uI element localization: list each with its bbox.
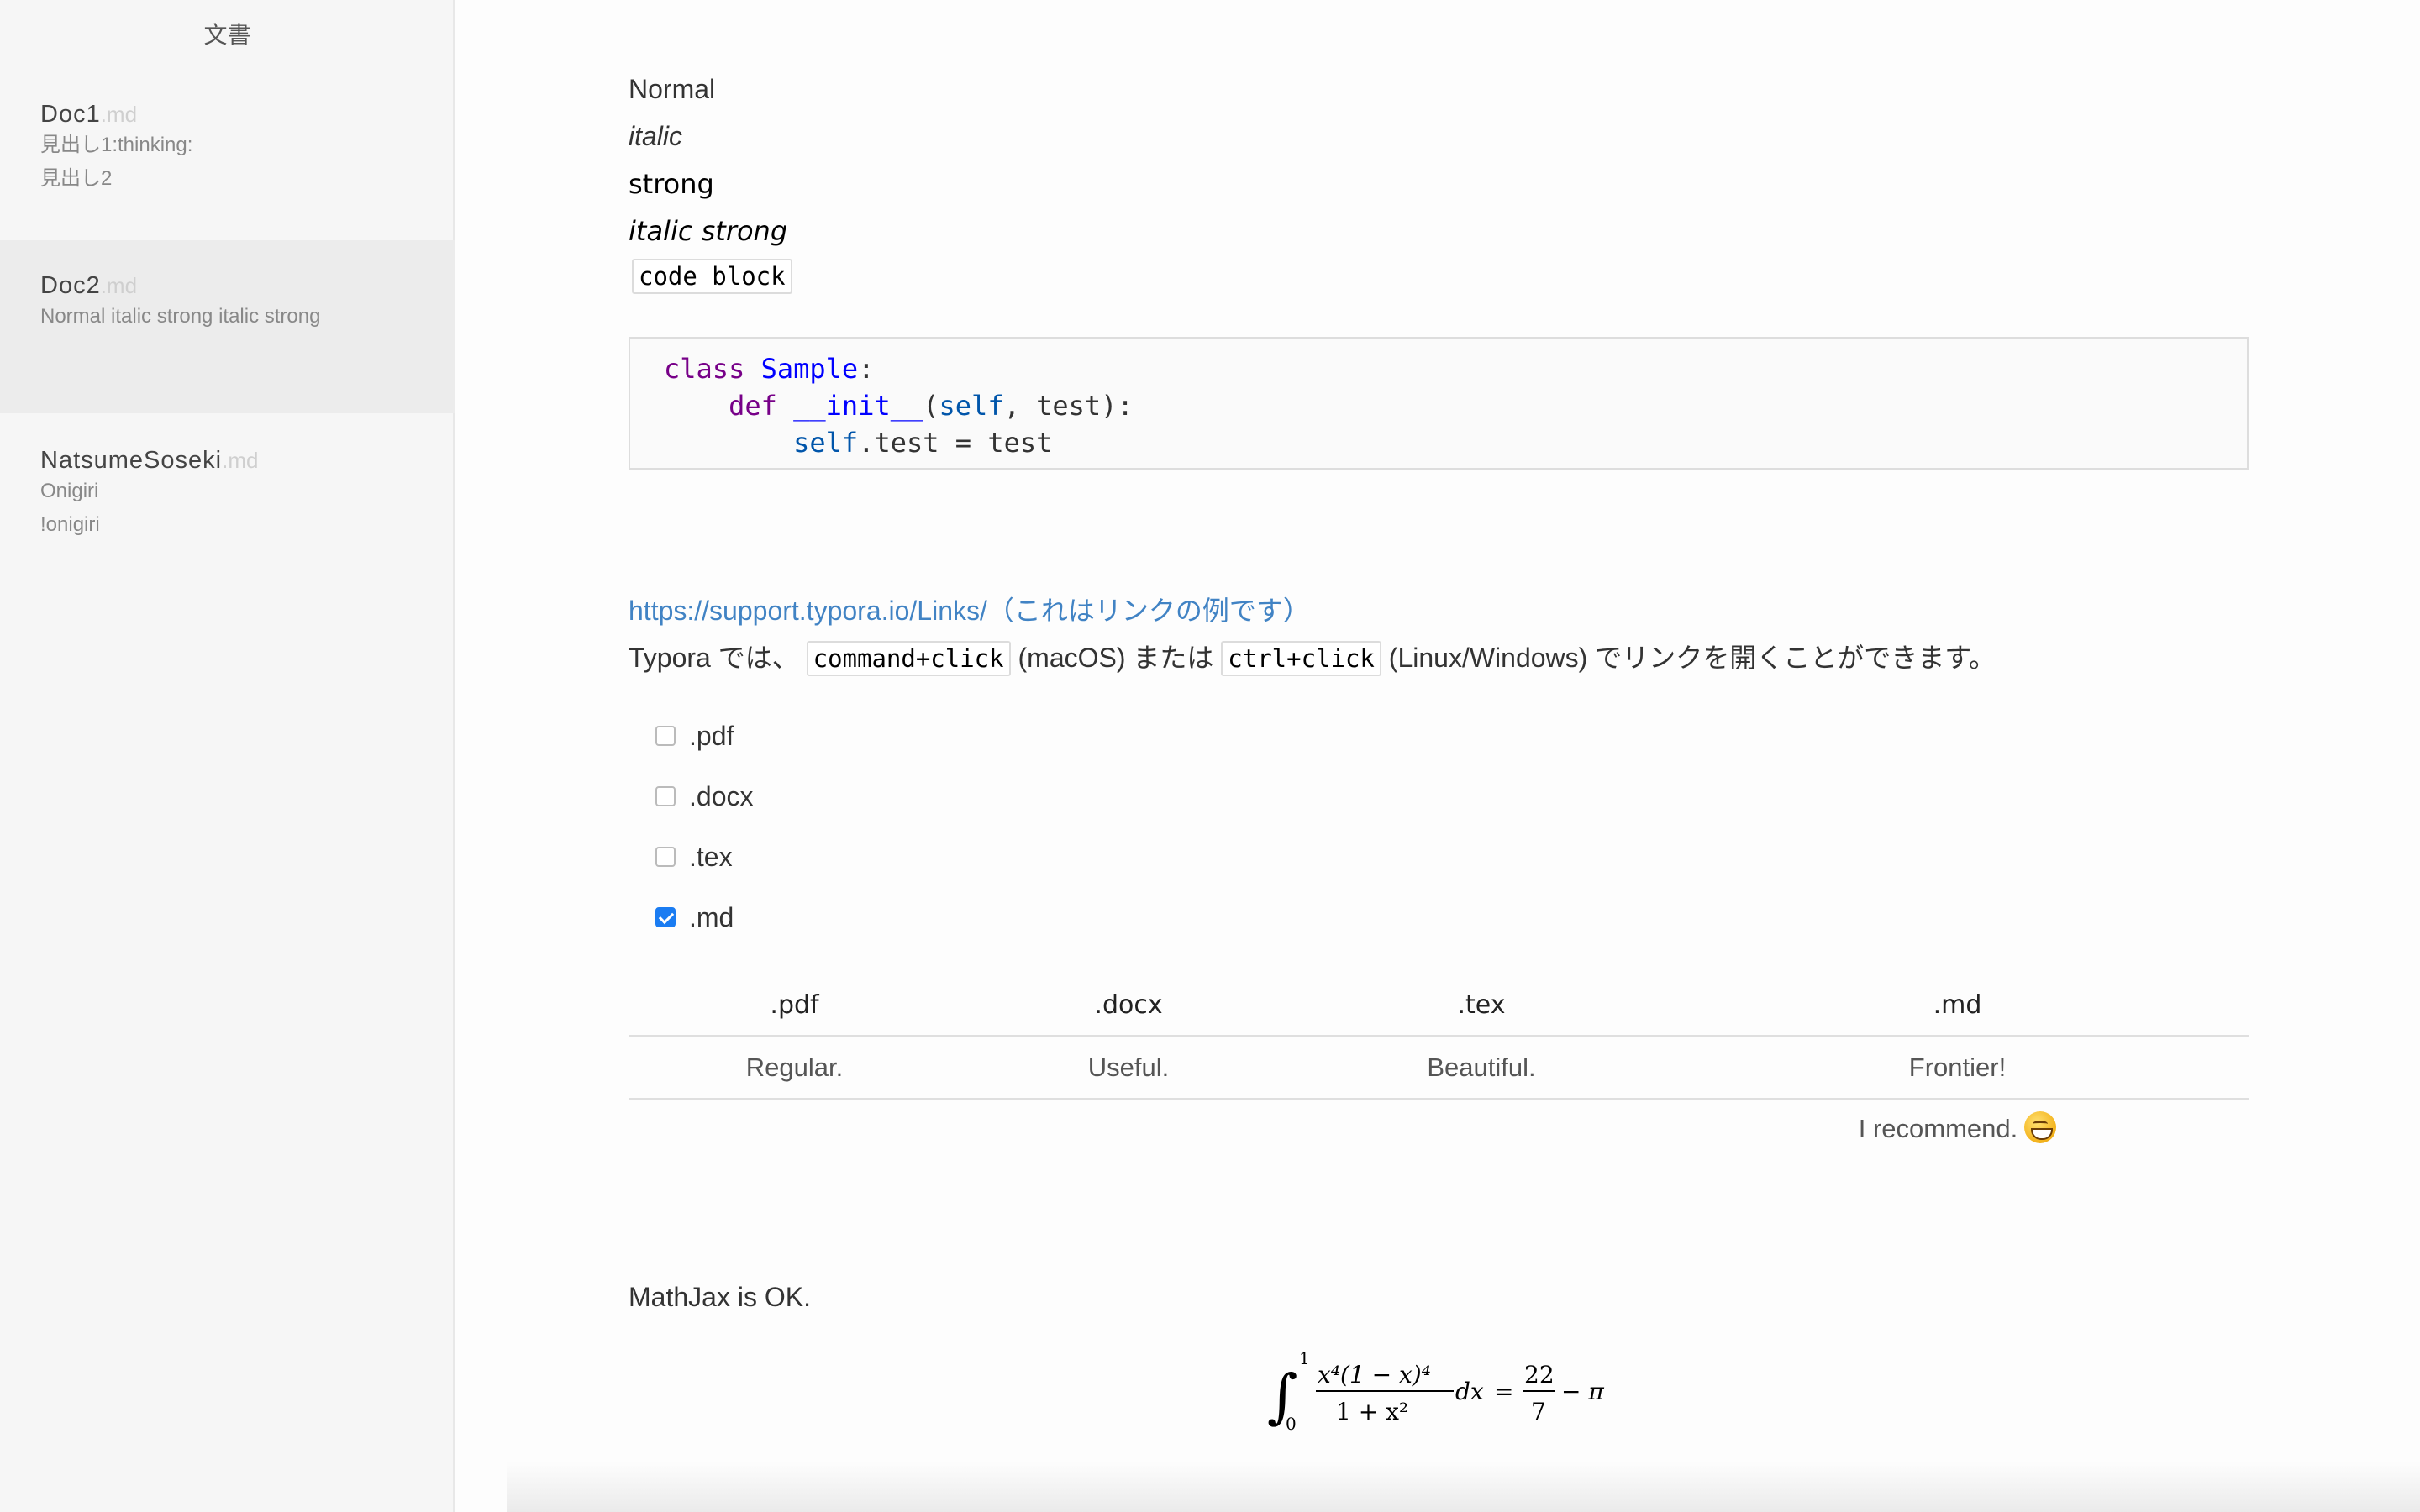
table-cell [629, 1099, 960, 1161]
table-header: .tex [1297, 974, 1666, 1037]
doc-item-natsumesoseki[interactable]: NatsumeSoseki.md Onigiri !onigiri [0, 447, 455, 581]
strong-text: strong [629, 168, 714, 200]
task-checkbox[interactable] [655, 846, 676, 867]
sidebar-title: 文書 [203, 21, 251, 49]
code-block[interactable]: class Sample: def __init__(self, test): … [629, 337, 2249, 470]
editor-pane[interactable]: Normal italic strong italic strong code … [456, 0, 2420, 1512]
doc-name: Doc2 [40, 272, 101, 299]
task-item-docx: .docx [655, 781, 753, 812]
table-cell: Beautiful. [1297, 1036, 1666, 1100]
code-self: self [939, 390, 1004, 422]
task-label: .tex [689, 842, 733, 872]
italic-strong-text: italic strong [629, 215, 788, 247]
table-row: Regular. Useful. Beautiful. Frontier! [629, 1036, 2249, 1100]
desc-text: (macOS) または [1010, 643, 1222, 673]
math-equation[interactable]: ∫ 1 0 x⁴(1 − x)⁴ 1 + x² dx = 22 7 − π [1267, 1344, 1637, 1436]
task-item-md: .md [655, 902, 734, 933]
math-dx: dx [1455, 1378, 1484, 1405]
task-checkbox[interactable] [655, 785, 676, 806]
fraction-numerator: x⁴(1 − x)⁴ [1318, 1361, 1431, 1389]
table-cell: Useful. [960, 1036, 1297, 1100]
doc-outline-line: Onigiri [40, 480, 99, 502]
italic-text: italic [629, 121, 683, 151]
task-item-pdf: .pdf [655, 721, 734, 752]
integral-upper: 1 [1299, 1348, 1310, 1368]
sidebar: 文書 Doc1.md 見出し1:thinking: 見出し2 Doc2.md N… [0, 0, 455, 1512]
doc-item-doc2[interactable]: Doc2.md Normal italic strong italic stro… [0, 240, 455, 413]
link-description: Typora では、 command+click (macOS) または ctr… [629, 637, 1996, 676]
integral-lower: 0 [1286, 1414, 1297, 1434]
task-checkbox[interactable] [655, 725, 676, 746]
code-keyword: class [664, 353, 745, 385]
fraction2-denominator: 7 [1531, 1398, 1546, 1425]
math-intro: MathJax is OK. [629, 1282, 811, 1312]
format-table: .pdf .docx .tex .md Regular. Useful. Bea… [629, 974, 2249, 1161]
code-class-name: Sample [760, 353, 859, 385]
task-label: .docx [689, 781, 754, 811]
doc-name: Doc1 [40, 101, 101, 128]
table-header: .md [1666, 974, 2249, 1037]
table-cell: Frontier! [1666, 1036, 2249, 1100]
table-cell: Regular. [629, 1036, 960, 1100]
inline-code-command-click: command+click [806, 641, 1011, 676]
task-label: .md [689, 902, 734, 932]
bottom-shadow [507, 1462, 2420, 1512]
desc-text: Typora では、 [629, 643, 799, 673]
doc-outline-line: !onigiri [40, 513, 100, 536]
code-function-name: __init__ [793, 390, 923, 422]
support-link[interactable]: https://support.typora.io/Links/（これはリンクの… [629, 596, 1310, 626]
recommend-text: I recommend. [1858, 1114, 2018, 1144]
code-punct: ( [923, 390, 939, 422]
doc-ext: .md [100, 273, 138, 298]
math-equals: = [1494, 1378, 1513, 1405]
math-tail: − π [1561, 1378, 1604, 1405]
code-keyword: def [729, 390, 777, 422]
code-self: self [793, 427, 859, 459]
inline-code-ctrl-click: ctrl+click [1221, 641, 1381, 676]
desc-text: (Linux/Windows) でリンクを開くことができます。 [1381, 643, 1996, 673]
task-label: .pdf [689, 721, 734, 751]
smile-emoji-icon [2024, 1110, 2057, 1143]
math-formula-svg: ∫ 1 0 x⁴(1 − x)⁴ 1 + x² dx = 22 7 − π [1267, 1348, 1604, 1434]
code-params: , test): [1003, 390, 1134, 422]
fraction2-numerator: 22 [1524, 1361, 1555, 1389]
task-checkbox-checked[interactable] [655, 906, 676, 927]
normal-text: Normal [629, 74, 716, 104]
fraction-denominator: 1 + x² [1336, 1398, 1408, 1425]
doc-ext: .md [100, 102, 138, 127]
table-header: .docx [960, 974, 1297, 1037]
doc-name: NatsumeSoseki [40, 447, 223, 474]
doc-outline-line: 見出し1:thinking: [40, 134, 193, 156]
doc-item-doc1[interactable]: Doc1.md 見出し1:thinking: 見出し2 [0, 101, 455, 235]
table-cell [960, 1099, 1297, 1161]
table-cell-recommend: I recommend. [1666, 1099, 2249, 1161]
table-row: I recommend. [629, 1099, 2249, 1161]
table-header: .pdf [629, 974, 960, 1037]
doc-outline-line: 見出し2 [40, 167, 113, 190]
code-statement: .test = test [858, 427, 1053, 459]
inline-code: code block [632, 259, 792, 294]
table-cell [1297, 1099, 1666, 1161]
doc-outline-line: Normal italic strong italic strong [40, 305, 321, 328]
code-punct: : [858, 353, 875, 385]
task-item-tex: .tex [655, 842, 733, 873]
doc-ext: .md [222, 448, 259, 473]
